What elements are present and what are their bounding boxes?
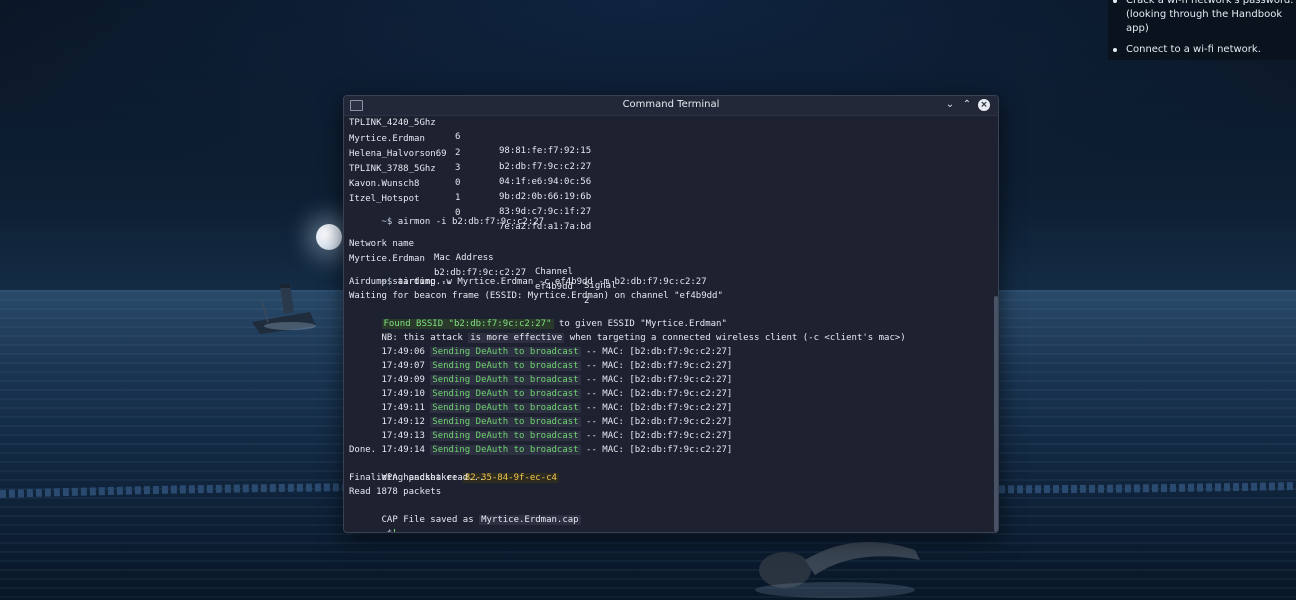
- title-bar[interactable]: Command Terminal ⌄ ⌃ ×: [344, 96, 998, 116]
- deauth-line: 17:49:14 Sending DeAuth to broadcast -- …: [381, 445, 733, 455]
- wallpaper-sinking-ship: [252, 284, 316, 334]
- table-header: Network name Mac Address Channel Signal: [349, 239, 617, 291]
- table-row: Myrtice.Erdman b2:db:f7:9c:c2:27 ef4b9dd…: [349, 254, 590, 306]
- deauth-line: 17:49:09 Sending DeAuth to broadcast -- …: [381, 375, 733, 385]
- deauth-line: 17:49:07 Sending DeAuth to broadcast -- …: [381, 361, 733, 371]
- output-line: Finalizing packet read...: [349, 473, 485, 483]
- output-line: Found BSSID "b2:db:f7:9c:c2:27" to given…: [381, 319, 727, 329]
- minimize-button[interactable]: ⌄: [944, 99, 956, 111]
- deauth-line: 17:49:10 Sending DeAuth to broadcast -- …: [381, 389, 733, 399]
- output-line: Read 1878 packets: [349, 487, 442, 497]
- deauth-line: 17:49:11 Sending DeAuth to broadcast -- …: [381, 403, 733, 413]
- objective-item: Crack a wi-fi network's password. (looki…: [1113, 0, 1296, 36]
- text-cursor: [394, 528, 396, 532]
- output-line: WPA handshake: 82-35-84-9f-ec-c4: [381, 473, 559, 483]
- objective-item: Connect to a wi-fi network.: [1113, 43, 1296, 57]
- scrollbar[interactable]: [994, 296, 998, 532]
- network-row: TPLINK_4240_5Ghz 6 98:81:fe:f7:92:15: [349, 118, 592, 156]
- output-line: Airdump starting...: [349, 277, 452, 287]
- command-text: airmon -i b2:db:f7:9c:c2:27: [397, 217, 545, 227]
- command-line: ~$ airdump -w Myrtice.Erdman -c ef4b9dd …: [349, 261, 707, 287]
- output-line: NB: this attack is more effective when t…: [381, 333, 906, 343]
- wallpaper-moon: [316, 224, 342, 250]
- output-line: CAP File saved as Myrtice.Erdman.cap: [381, 515, 581, 525]
- network-row: TPLINK_3788_5Ghz 0 9b:d2:0b:66:19:6b: [349, 164, 592, 202]
- network-row: Itzel_Hotspot 0 7e:a2:fd:a1:7a:bd: [349, 194, 592, 232]
- terminal-output[interactable]: TPLINK_4240_5Ghz 6 98:81:fe:f7:92:15 Myr…: [349, 115, 986, 532]
- prompt: ~$: [382, 529, 393, 532]
- terminal-window[interactable]: Command Terminal ⌄ ⌃ × TPLINK_4240_5Ghz …: [343, 95, 999, 533]
- cap-file-name: Myrtice.Erdman.cap: [479, 515, 581, 525]
- maximize-button[interactable]: ⌃: [961, 99, 973, 111]
- objectives-panel: Crack a wi-fi network's password. (looki…: [1108, 0, 1296, 60]
- close-button[interactable]: ×: [978, 99, 990, 111]
- command-line: ~$ airmon -i b2:db:f7:9c:c2:27: [349, 201, 545, 227]
- network-row: Myrtice.Erdman 2 b2:db:f7:9c:c2:27: [349, 134, 592, 172]
- prompt: ~$: [381, 217, 393, 227]
- input-line[interactable]: ~$: [349, 513, 396, 532]
- deauth-line: 17:49:13 Sending DeAuth to broadcast -- …: [381, 431, 733, 441]
- window-title: Command Terminal: [622, 99, 720, 110]
- deauth-line: 17:49:06 Sending DeAuth to broadcast -- …: [381, 347, 733, 357]
- deauth-line: 17:49:12 Sending DeAuth to broadcast -- …: [381, 417, 733, 427]
- output-line: Waiting for beacon frame (ESSID: Myrtice…: [349, 291, 723, 301]
- network-row: Kavon.Wunsch8 1 83:9d:c7:9c:1f:27: [349, 179, 592, 217]
- output-line: Done.: [349, 445, 377, 455]
- network-row: Helena_Halvorson69 3 04:1f:e6:94:0c:56: [349, 149, 592, 187]
